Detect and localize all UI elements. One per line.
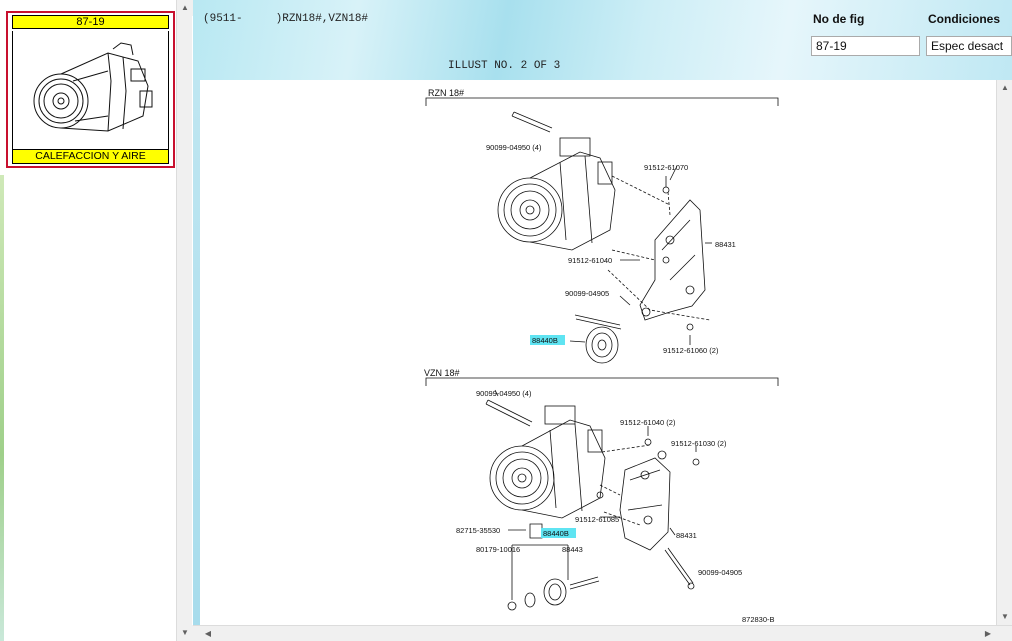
parts-diagram: RZN 18# 90099-04950 (4) 91512-61070 8843… bbox=[200, 80, 996, 625]
drawing-number: 872830-B bbox=[742, 615, 775, 624]
left-vertical-scrollbar[interactable]: ▲ ▼ bbox=[176, 0, 193, 641]
section-label-vzn: VZN 18# bbox=[424, 368, 460, 378]
header-band: (9511- )RZN18#,VZN18# ILLUST NO. 2 OF 3 … bbox=[193, 0, 1012, 80]
thumbnail-pane: 87-19 CALEFACCION Y AIRE ▲ ▼ bbox=[0, 0, 193, 641]
fig-number-field[interactable]: 87-19 bbox=[811, 36, 920, 56]
rzn-part-88440b[interactable]: 88440B bbox=[532, 336, 558, 345]
scroll-left-icon[interactable]: ◀ bbox=[200, 626, 216, 641]
fig-number-label: No de fig bbox=[813, 12, 865, 26]
vzn-part-88431[interactable]: 88431 bbox=[676, 531, 697, 540]
main-scroll-down-icon[interactable]: ▼ bbox=[997, 609, 1012, 625]
main-scroll-up-icon[interactable]: ▲ bbox=[997, 80, 1012, 96]
rzn-part-90099-04905[interactable]: 90099-04905 bbox=[565, 289, 609, 298]
vzn-part-90099-04905[interactable]: 90099-04905 bbox=[698, 568, 742, 577]
vzn-part-82715-35530[interactable]: 82715-35530 bbox=[456, 526, 500, 535]
figure-thumbnail[interactable]: 87-19 CALEFACCION Y AIRE bbox=[6, 11, 175, 168]
main-left-strip bbox=[193, 80, 200, 625]
rzn-part-88431[interactable]: 88431 bbox=[715, 240, 736, 249]
vzn-part-91512-61085[interactable]: 91512-61085 bbox=[575, 515, 619, 524]
main-vertical-scrollbar[interactable]: ▲ ▼ bbox=[996, 80, 1012, 625]
rzn-part-91512-61040[interactable]: 91512-61040 bbox=[568, 256, 612, 265]
conditions-label: Condiciones bbox=[928, 12, 1001, 26]
exploded-view-drawing: RZN 18# 90099-04950 (4) 91512-61070 8843… bbox=[424, 88, 779, 624]
thumbnail-title: 87-19 bbox=[12, 15, 169, 29]
scroll-right-icon[interactable]: ▶ bbox=[980, 626, 996, 641]
scroll-up-icon[interactable]: ▲ bbox=[177, 0, 193, 16]
rzn-part-90099-04950[interactable]: 90099-04950 (4) bbox=[486, 143, 542, 152]
conditions-field[interactable]: Espec desact bbox=[926, 36, 1012, 56]
section-label-rzn: RZN 18# bbox=[428, 88, 464, 98]
vzn-part-88443[interactable]: 88443 bbox=[562, 545, 583, 554]
illustration-number: ILLUST NO. 2 OF 3 bbox=[448, 60, 561, 72]
rzn-part-91512-61070[interactable]: 91512-61070 bbox=[644, 163, 688, 172]
vzn-part-90099-04950[interactable]: 90099-04950 (4) bbox=[476, 389, 532, 398]
vzn-part-91512-61040[interactable]: 91512-61040 (2) bbox=[620, 418, 676, 427]
thumbnail-caption: CALEFACCION Y AIRE bbox=[12, 149, 169, 164]
vzn-part-88440b[interactable]: 88440B bbox=[543, 529, 569, 538]
left-accent-strip bbox=[0, 175, 4, 641]
vzn-part-80179-10016[interactable]: 80179-10016 bbox=[476, 545, 520, 554]
vzn-part-91512-61030[interactable]: 91512-61030 (2) bbox=[671, 439, 727, 448]
main-horizontal-scrollbar[interactable]: ◀ ▶ bbox=[193, 625, 1012, 641]
scroll-down-icon[interactable]: ▼ bbox=[177, 625, 193, 641]
rzn-part-91512-61060[interactable]: 91512-61060 (2) bbox=[663, 346, 719, 355]
compressor-thumbnail-image bbox=[12, 31, 169, 149]
catalog-range: (9511- )RZN18#,VZN18# bbox=[203, 13, 369, 25]
